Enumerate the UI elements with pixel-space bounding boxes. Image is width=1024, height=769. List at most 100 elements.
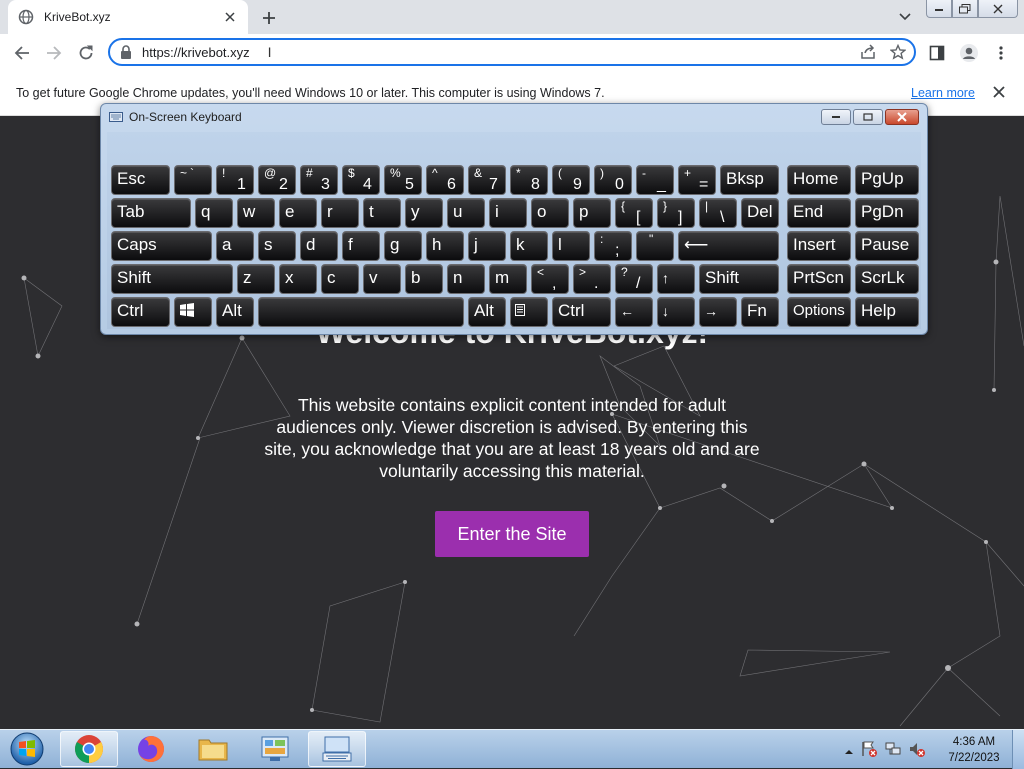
close-window-button[interactable] — [978, 0, 1018, 18]
osk-maximize-button[interactable] — [853, 109, 883, 125]
key-d[interactable]: d — [300, 231, 338, 261]
key-f[interactable]: f — [342, 231, 380, 261]
key-z[interactable]: z — [237, 264, 275, 294]
url-text[interactable]: https://krivebot.xyz — [142, 45, 250, 60]
tab-search-chevron-icon[interactable] — [896, 8, 914, 26]
new-tab-button[interactable] — [258, 7, 280, 29]
taskbar-clock[interactable]: 4:36 AM 7/22/2023 — [944, 734, 1004, 766]
key-9[interactable]: (9 — [552, 165, 590, 195]
key-a[interactable]: a — [216, 231, 254, 261]
key-5[interactable]: % 5 — [384, 165, 422, 195]
start-button[interactable] — [4, 731, 50, 767]
key-e[interactable]: e — [279, 198, 317, 228]
key-comma[interactable]: <, — [531, 264, 569, 294]
key-fn[interactable]: Fn — [741, 297, 779, 327]
key-k[interactable]: k — [510, 231, 548, 261]
key-period[interactable]: >. — [573, 264, 611, 294]
key-right-shift[interactable]: Shift — [699, 264, 779, 294]
infobar-close-icon[interactable] — [991, 84, 1007, 100]
show-desktop-button[interactable] — [1012, 730, 1024, 769]
taskbar-chrome[interactable] — [60, 731, 118, 767]
key-0[interactable]: ) 0 — [594, 165, 632, 195]
forward-arrow-icon[interactable] — [44, 43, 64, 63]
key-insert[interactable]: Insert — [787, 231, 851, 261]
key-left-arrow[interactable]: ← — [615, 297, 653, 327]
taskbar-file-explorer[interactable] — [184, 731, 242, 767]
lock-icon[interactable] — [120, 45, 134, 59]
key-quote[interactable]: " — [636, 231, 674, 261]
share-icon[interactable] — [860, 44, 876, 65]
key-h[interactable]: h — [426, 231, 464, 261]
key-semicolon[interactable]: :; — [594, 231, 632, 261]
key-tab[interactable]: Tab — [111, 198, 191, 228]
profile-avatar-icon[interactable] — [958, 42, 980, 64]
minimize-button[interactable] — [926, 0, 952, 18]
key-left-ctrl[interactable]: Ctrl — [111, 297, 170, 327]
key-u[interactable]: u — [447, 198, 485, 228]
key-end[interactable]: End — [787, 198, 851, 228]
taskbar-on-screen-keyboard[interactable] — [308, 731, 366, 767]
key-6[interactable]: ^ 6 — [426, 165, 464, 195]
key-4[interactable]: $4 — [342, 165, 380, 195]
taskbar-firefox[interactable] — [122, 731, 180, 767]
volume-muted-icon[interactable] — [908, 740, 926, 763]
key-backspace[interactable]: Bksp — [720, 165, 779, 195]
tab-close-icon[interactable] — [222, 9, 238, 25]
key-backslash[interactable]: | \ — [699, 198, 737, 228]
key-prtscn[interactable]: PrtScn — [787, 264, 851, 294]
key-7[interactable]: & 7 — [468, 165, 506, 195]
key-left-alt[interactable]: Alt — [216, 297, 254, 327]
key-del[interactable]: Del — [741, 198, 779, 228]
key-w[interactable]: w — [237, 198, 275, 228]
key-left-shift[interactable]: Shift — [111, 264, 233, 294]
key-g[interactable]: g — [384, 231, 422, 261]
show-hidden-icons-icon[interactable] — [844, 743, 854, 761]
key-caps[interactable]: Caps — [111, 231, 212, 261]
key-right-alt[interactable]: Alt — [468, 297, 506, 327]
key-m[interactable]: m — [489, 264, 527, 294]
key-1[interactable]: ! 1 — [216, 165, 254, 195]
key-c[interactable]: c — [321, 264, 359, 294]
key-2[interactable]: @2 — [258, 165, 296, 195]
learn-more-link[interactable]: Learn more — [911, 86, 975, 100]
key-options[interactable]: Options — [787, 297, 851, 327]
address-bar[interactable]: https://krivebot.xyz I — [108, 38, 916, 66]
key-right-ctrl[interactable]: Ctrl — [552, 297, 611, 327]
key-p[interactable]: p — [573, 198, 611, 228]
key-up-arrow[interactable]: ↑ — [657, 264, 695, 294]
back-arrow-icon[interactable] — [12, 43, 32, 63]
enter-site-button[interactable]: Enter the Site — [435, 511, 589, 557]
key-right-bracket[interactable]: }] — [657, 198, 695, 228]
osk-close-button[interactable] — [885, 109, 919, 125]
key-t[interactable]: t — [363, 198, 401, 228]
key-i[interactable]: i — [489, 198, 527, 228]
key-pause[interactable]: Pause — [855, 231, 919, 261]
restore-button[interactable] — [952, 0, 978, 18]
key-o[interactable]: o — [531, 198, 569, 228]
key-space[interactable] — [258, 297, 464, 327]
key-r[interactable]: r — [321, 198, 359, 228]
key-n[interactable]: n — [447, 264, 485, 294]
key-s[interactable]: s — [258, 231, 296, 261]
reload-icon[interactable] — [76, 43, 96, 63]
browser-tab[interactable]: KriveBot.xyz — [8, 0, 248, 34]
menu-kebab-icon[interactable] — [990, 42, 1012, 64]
key-pgup[interactable]: PgUp — [855, 165, 919, 195]
key-pgdn[interactable]: PgDn — [855, 198, 919, 228]
key-j[interactable]: j — [468, 231, 506, 261]
key-backtick[interactable]: ~ ` — [174, 165, 212, 195]
key-enter[interactable]: ⟵ — [678, 231, 779, 261]
key-v[interactable]: v — [363, 264, 401, 294]
key-q[interactable]: q — [195, 198, 233, 228]
key-right-arrow[interactable]: → — [699, 297, 737, 327]
key-menu[interactable] — [510, 297, 548, 327]
side-panel-icon[interactable] — [926, 42, 948, 64]
key-8[interactable]: * 8 — [510, 165, 548, 195]
key-esc[interactable]: Esc — [111, 165, 170, 195]
osk-minimize-button[interactable] — [821, 109, 851, 125]
key-windows[interactable] — [174, 297, 212, 327]
key-home[interactable]: Home — [787, 165, 851, 195]
key-y[interactable]: y — [405, 198, 443, 228]
key-slash[interactable]: ? / — [615, 264, 653, 294]
key-equals[interactable]: + = — [678, 165, 716, 195]
